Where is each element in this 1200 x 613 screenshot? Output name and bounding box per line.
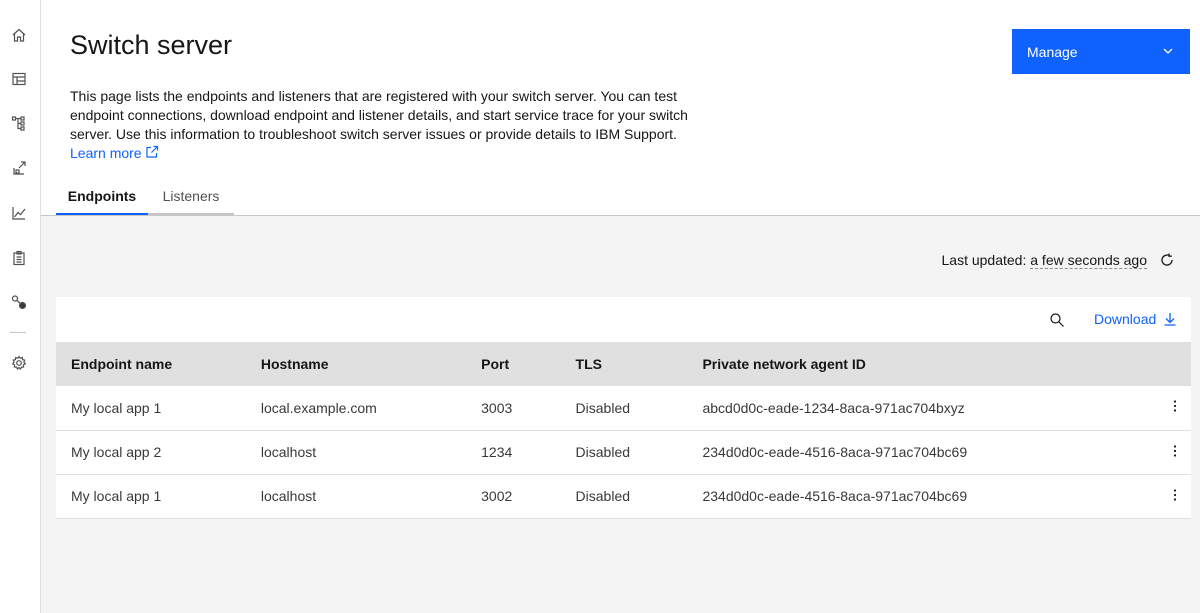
column-header-endpoint-name[interactable]: Endpoint name: [56, 342, 246, 386]
overflow-menu-icon: [1174, 488, 1177, 501]
table-row: My local app 1 localhost 3002 Disabled 2…: [56, 474, 1191, 519]
page-description: This page lists the endpoints and listen…: [70, 87, 710, 163]
search-icon[interactable]: [1049, 312, 1065, 328]
tab-listeners[interactable]: Listeners: [148, 182, 234, 215]
cell-endpoint-name: My local app 1: [56, 474, 246, 519]
last-updated-label: Last updated:: [941, 252, 1027, 268]
column-header-port[interactable]: Port: [466, 342, 561, 386]
download-icon: [1164, 313, 1176, 326]
cell-endpoint-name: My local app 2: [56, 430, 246, 475]
cell-agent-id: 234d0d0c-eade-4516-8aca-971ac704bc69: [687, 474, 1160, 519]
refresh-icon[interactable]: [1159, 252, 1175, 268]
page-header: Switch server Manage This page lists the…: [41, 0, 1200, 215]
connection-icon[interactable]: [10, 293, 28, 311]
cell-tls: Disabled: [560, 386, 688, 431]
table-toolbar: Download: [56, 297, 1191, 342]
row-overflow-menu[interactable]: [1159, 386, 1191, 431]
tab-endpoints[interactable]: Endpoints: [56, 182, 148, 215]
page-title: Switch server: [70, 30, 233, 60]
cell-hostname: localhost: [245, 474, 467, 519]
last-updated-value: a few seconds ago: [1030, 252, 1147, 269]
cell-endpoint-name: My local app 1: [56, 386, 246, 431]
download-label: Download: [1094, 311, 1157, 327]
last-updated: Last updated: a few seconds ago: [941, 252, 1147, 269]
launch-icon: [145, 145, 158, 158]
table-row: My local app 2 localhost 1234 Disabled 2…: [56, 430, 1191, 475]
cell-port: 3002: [466, 474, 561, 519]
endpoints-table: Endpoint name Hostname Port TLS Private …: [56, 342, 1191, 519]
upload-icon[interactable]: [10, 159, 28, 177]
table-header-row: Endpoint name Hostname Port TLS Private …: [56, 342, 1191, 386]
row-overflow-menu[interactable]: [1159, 474, 1191, 519]
cell-port: 1234: [466, 430, 561, 475]
column-header-hostname[interactable]: Hostname: [245, 342, 467, 386]
content-area: Last updated: a few seconds ago Download…: [41, 215, 1200, 613]
cell-agent-id: 234d0d0c-eade-4516-8aca-971ac704bc69: [687, 430, 1160, 475]
cell-hostname: local.example.com: [245, 386, 467, 431]
manage-button-label: Manage: [1027, 43, 1078, 60]
learn-more-link[interactable]: Learn more: [70, 145, 159, 161]
cell-hostname: localhost: [245, 430, 467, 475]
cell-tls: Disabled: [560, 430, 688, 475]
overflow-menu-icon: [1174, 400, 1177, 412]
cell-tls: Disabled: [560, 474, 688, 519]
manage-button[interactable]: Manage: [1012, 29, 1190, 74]
tab-list: Endpoints Listeners: [56, 182, 234, 215]
chevron-down-icon: [1163, 48, 1173, 54]
nav-divider: [10, 332, 26, 333]
column-header-tls[interactable]: TLS: [560, 342, 688, 386]
table-row: My local app 1 local.example.com 3003 Di…: [56, 386, 1191, 431]
row-overflow-menu[interactable]: [1159, 430, 1191, 475]
download-button[interactable]: Download: [1094, 311, 1178, 327]
settings-icon[interactable]: [10, 354, 28, 372]
clipboard-icon[interactable]: [10, 249, 28, 267]
cell-port: 3003: [466, 386, 561, 431]
hierarchy-icon[interactable]: [10, 114, 28, 132]
dashboard-icon[interactable]: [10, 70, 28, 88]
column-header-agent-id[interactable]: Private network agent ID: [687, 342, 1160, 386]
description-text: This page lists the endpoints and listen…: [70, 88, 688, 142]
home-icon[interactable]: [10, 26, 28, 44]
overflow-menu-icon: [1174, 444, 1177, 457]
cell-agent-id: abcd0d0c-eade-1234-8aca-971ac704bxyz: [687, 386, 1160, 431]
endpoints-table-container: Download Endpoint name Hostname Port TLS…: [56, 297, 1191, 519]
column-header-actions: [1159, 342, 1191, 386]
chart-line-icon[interactable]: [10, 204, 28, 222]
side-navigation: [0, 0, 41, 613]
